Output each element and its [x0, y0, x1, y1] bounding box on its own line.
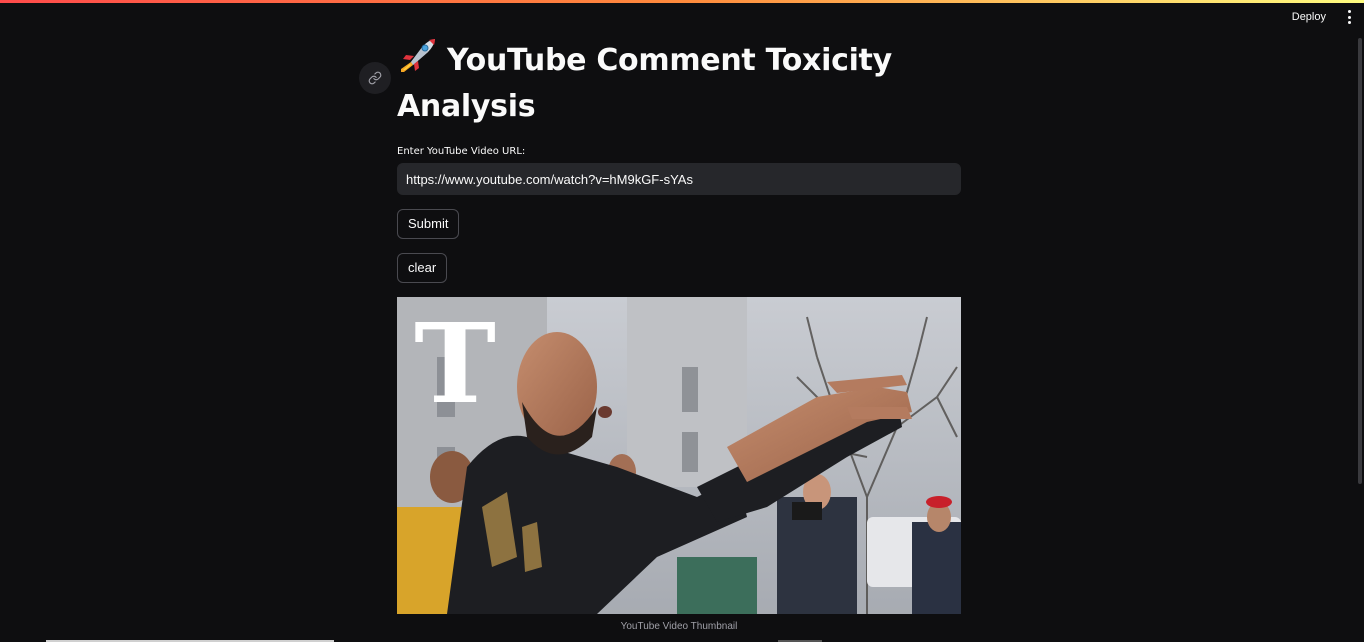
- youtube-url-input[interactable]: [397, 163, 961, 195]
- link-icon[interactable]: [359, 62, 391, 94]
- submit-button[interactable]: Submit: [397, 209, 460, 239]
- deploy-button[interactable]: Deploy: [1292, 11, 1326, 23]
- rocket-icon: [397, 38, 437, 86]
- page-title-text: YouTube Comment Toxicity Analysis: [397, 43, 892, 124]
- thumbnail-logo-text: T: [414, 299, 496, 428]
- video-thumbnail: T: [397, 297, 961, 614]
- url-field-label: Enter YouTube Video URL:: [397, 146, 526, 157]
- kebab-menu-icon[interactable]: [1344, 10, 1354, 24]
- clear-button[interactable]: clear: [397, 253, 448, 283]
- header-actions: Deploy: [1292, 10, 1354, 24]
- scrollbar[interactable]: [1358, 38, 1362, 484]
- header-decoration-bar: [0, 0, 1364, 3]
- thumbnail-image: T: [397, 297, 961, 614]
- main-content: YouTube Comment Toxicity Analysis Enter …: [359, 38, 961, 632]
- thumbnail-caption: YouTube Video Thumbnail: [620, 621, 738, 632]
- page-title: YouTube Comment Toxicity Analysis: [397, 38, 961, 128]
